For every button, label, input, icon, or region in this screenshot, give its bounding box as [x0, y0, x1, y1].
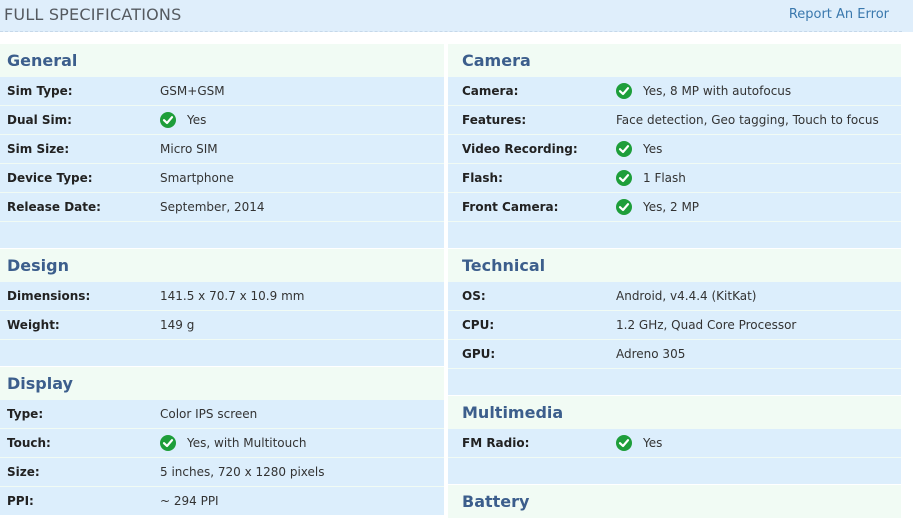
spec-value: Yes [187, 113, 207, 127]
spec-label: Flash: [462, 171, 503, 185]
spec-value: Micro SIM [160, 142, 218, 156]
section-spacer [448, 369, 901, 395]
section-display: Display Type: Color IPS screen Touch: Ye… [0, 367, 444, 515]
check-icon [160, 111, 176, 128]
section-title-general: General [7, 51, 78, 70]
spec-value-wrap: Yes, 8 MP with autofocus [616, 77, 791, 105]
spec-label: Type: [7, 407, 44, 421]
spec-label: OS: [462, 289, 486, 303]
spec-value: 5 inches, 720 x 1280 pixels [160, 465, 325, 479]
spec-row-release-date: Release Date: September, 2014 [0, 193, 444, 221]
specs-header: FULL SPECIFICATIONS Report An Error [0, 0, 913, 32]
spec-label: Camera: [462, 84, 519, 98]
check-icon [160, 434, 176, 451]
spec-label: Features: [462, 113, 527, 127]
section-title-technical: Technical [462, 256, 546, 275]
spec-row-ppi: PPI: ~ 294 PPI [0, 487, 444, 515]
spec-row-flash: Flash: 1 Flash [448, 164, 901, 192]
header-divider [0, 31, 902, 32]
spec-value-wrap: Yes, 2 MP [616, 193, 699, 221]
spec-row-display-type: Type: Color IPS screen [0, 400, 444, 428]
check-icon [616, 198, 632, 215]
section-camera: Camera Camera: Yes, 8 MP with autofocus … [448, 44, 901, 248]
section-design: Design Dimensions: 141.5 x 70.7 x 10.9 m… [0, 249, 444, 366]
spec-label: PPI: [7, 494, 34, 508]
spec-row-cpu: CPU: 1.2 GHz, Quad Core Processor [448, 311, 901, 339]
spec-row-sim-size: Sim Size: Micro SIM [0, 135, 444, 163]
spec-label: Sim Type: [7, 84, 73, 98]
spec-value: 1.2 GHz, Quad Core Processor [616, 318, 797, 332]
spec-value: Color IPS screen [160, 407, 258, 421]
spec-label: Device Type: [7, 171, 93, 185]
spec-label: FM Radio: [462, 436, 530, 450]
spec-label: Dual Sim: [7, 113, 72, 127]
spec-value: September, 2014 [160, 200, 265, 214]
spec-row-fm-radio: FM Radio: Yes [448, 429, 901, 457]
check-icon [616, 434, 632, 451]
spec-row-gpu: GPU: Adreno 305 [448, 340, 901, 368]
spec-row-device-type: Device Type: Smartphone [0, 164, 444, 192]
spec-row-video-recording: Video Recording: Yes [448, 135, 901, 163]
right-column: Camera Camera: Yes, 8 MP with autofocus … [448, 44, 901, 518]
spec-row-camera: Camera: Yes, 8 MP with autofocus [448, 77, 901, 105]
spec-value-wrap: 1 Flash [616, 164, 686, 192]
spec-row-dimensions: Dimensions: 141.5 x 70.7 x 10.9 mm [0, 282, 444, 310]
spec-value: Yes [643, 436, 663, 450]
spec-value-wrap: Yes [616, 429, 662, 457]
spec-label: Weight: [7, 318, 60, 332]
section-spacer [448, 222, 901, 248]
section-spacer [0, 340, 444, 366]
spec-value: Android, v4.4.4 (KitKat) [616, 289, 757, 303]
spec-value: Yes, 2 MP [643, 200, 700, 214]
check-icon [616, 140, 632, 157]
spec-label: Size: [7, 465, 40, 479]
spec-row-touch: Touch: Yes, with Multitouch [0, 429, 444, 457]
check-icon [616, 169, 632, 186]
spec-row-sim-type: Sim Type: GSM+GSM [0, 77, 444, 105]
spec-label: Touch: [7, 436, 51, 450]
spec-value-wrap: Yes, with Multitouch [160, 429, 306, 457]
section-battery: Battery [448, 485, 901, 518]
spec-value-wrap: Yes [160, 106, 206, 134]
spec-row-front-camera: Front Camera: Yes, 2 MP [448, 193, 901, 221]
section-spacer [0, 222, 444, 248]
spec-label: Front Camera: [462, 200, 559, 214]
spec-label: Sim Size: [7, 142, 70, 156]
section-title-multimedia: Multimedia [462, 403, 564, 422]
spec-value: 1 Flash [643, 171, 686, 185]
spec-value-wrap: Yes [616, 135, 662, 163]
spec-label: Release Date: [7, 200, 101, 214]
spec-value: Yes, with Multitouch [187, 436, 307, 450]
section-general: General Sim Type: GSM+GSM Dual Sim: Yes … [0, 44, 444, 248]
spec-row-dual-sim: Dual Sim: Yes [0, 106, 444, 134]
section-title-design: Design [7, 256, 69, 275]
spec-value: Yes, 8 MP with autofocus [643, 84, 792, 98]
spec-label: Dimensions: [7, 289, 91, 303]
spec-row-os: OS: Android, v4.4.4 (KitKat) [448, 282, 901, 310]
spec-row-weight: Weight: 149 g [0, 311, 444, 339]
section-spacer [448, 458, 901, 484]
spec-value: ~ 294 PPI [160, 494, 219, 508]
check-icon [616, 82, 632, 99]
spec-value: Face detection, Geo tagging, Touch to fo… [616, 113, 879, 127]
section-title-display: Display [7, 374, 73, 393]
spec-value: Adreno 305 [616, 347, 686, 361]
spec-value: Yes [643, 142, 663, 156]
spec-label: GPU: [462, 347, 496, 361]
spec-row-size: Size: 5 inches, 720 x 1280 pixels [0, 458, 444, 486]
section-title-camera: Camera [462, 51, 531, 70]
spec-value: 149 g [160, 318, 195, 332]
spec-value: 141.5 x 70.7 x 10.9 mm [160, 289, 305, 303]
section-title-battery: Battery [462, 492, 530, 511]
spec-label: CPU: [462, 318, 495, 332]
section-multimedia: Multimedia FM Radio: Yes [448, 396, 901, 484]
report-error-link[interactable]: Report An Error [789, 7, 889, 22]
spec-value: Smartphone [160, 171, 234, 185]
left-column: General Sim Type: GSM+GSM Dual Sim: Yes … [0, 44, 444, 516]
section-technical: Technical OS: Android, v4.4.4 (KitKat) C… [448, 249, 901, 395]
spec-row-features: Features: Face detection, Geo tagging, T… [448, 106, 901, 134]
page-title: FULL SPECIFICATIONS [4, 5, 182, 24]
spec-value: GSM+GSM [160, 84, 225, 98]
spec-label: Video Recording: [462, 142, 578, 156]
